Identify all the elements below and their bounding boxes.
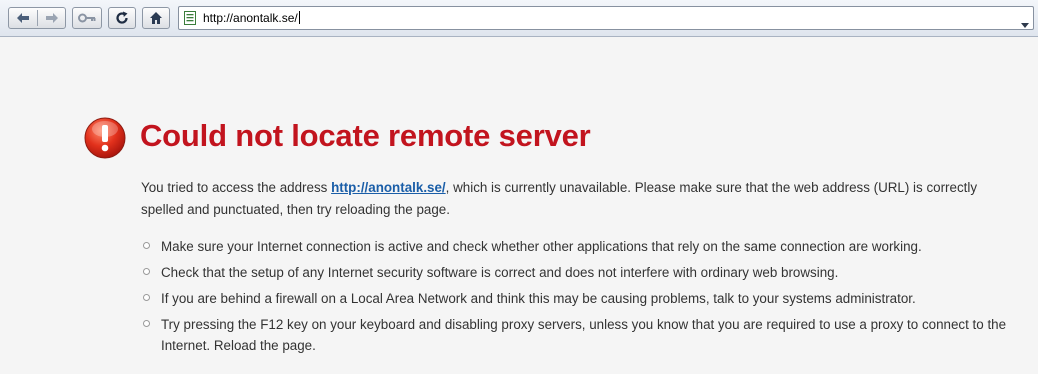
home-button[interactable] — [142, 7, 170, 29]
address-dropdown-button[interactable] — [1021, 15, 1029, 33]
list-item: Make sure your Internet connection is ac… — [141, 236, 1031, 257]
tip-text: Check that the setup of any Internet sec… — [161, 265, 839, 280]
forward-arrow-icon — [46, 13, 58, 23]
list-item: Try pressing the F12 key on your keyboar… — [141, 314, 1031, 356]
tip-text: If you are behind a firewall on a Local … — [161, 291, 916, 306]
error-description: You tried to access the address http://a… — [141, 177, 1021, 221]
bullet-icon — [143, 242, 150, 249]
page-icon — [184, 11, 196, 30]
key-icon — [78, 13, 96, 23]
address-link[interactable]: http://anontalk.se/ — [331, 180, 446, 195]
home-icon — [150, 12, 162, 24]
back-arrow-icon — [17, 13, 29, 23]
address-input[interactable]: http://anontalk.se/ — [203, 11, 300, 25]
bullet-icon — [143, 294, 150, 301]
tip-text: Make sure your Internet connection is ac… — [161, 239, 922, 254]
key-button[interactable] — [72, 7, 102, 29]
nav-button-group — [8, 7, 66, 29]
forward-button[interactable] — [38, 8, 66, 28]
chevron-down-icon — [1021, 23, 1029, 28]
text-caret — [298, 11, 300, 24]
exclamation-icon — [84, 117, 126, 164]
reload-button[interactable] — [108, 7, 136, 29]
url-value: http://anontalk.se/ — [203, 11, 298, 25]
error-title: Could not locate remote server — [140, 118, 591, 153]
back-button[interactable] — [9, 8, 37, 28]
reload-icon — [116, 11, 128, 24]
address-bar[interactable]: http://anontalk.se/ — [178, 6, 1034, 30]
bullet-icon — [143, 268, 150, 275]
browser-toolbar: http://anontalk.se/ — [0, 0, 1038, 37]
list-item: If you are behind a firewall on a Local … — [141, 288, 1031, 309]
tip-text: Try pressing the F12 key on your keyboar… — [161, 317, 1007, 353]
troubleshooting-list: Make sure your Internet connection is ac… — [141, 236, 1031, 361]
bullet-icon — [143, 320, 150, 327]
description-text-start: You tried to access the address — [141, 180, 332, 195]
list-item: Check that the setup of any Internet sec… — [141, 262, 1031, 283]
